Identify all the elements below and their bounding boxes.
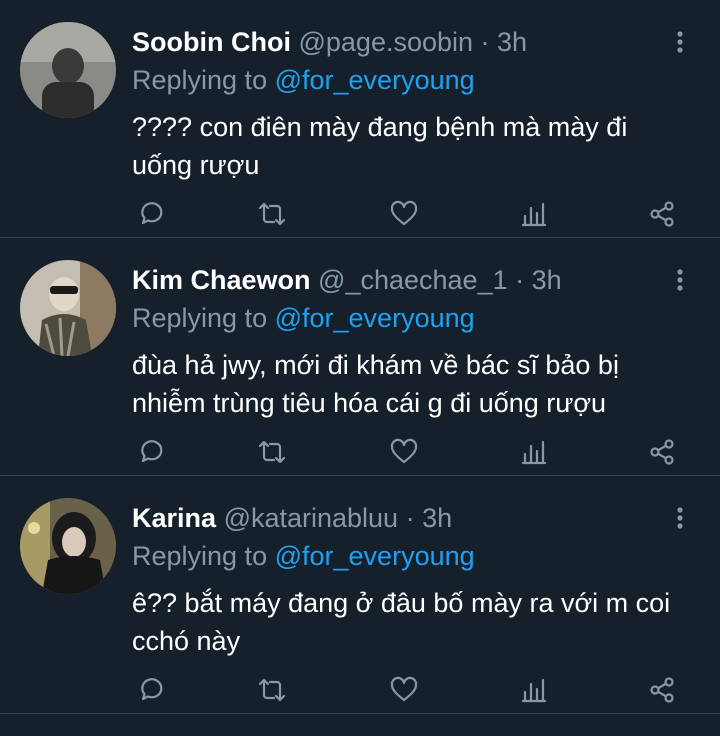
timestamp[interactable]: · 3h — [406, 503, 453, 533]
replying-label: Replying to — [132, 303, 268, 333]
tweet-actions — [132, 196, 684, 232]
replying-to: Replying to @for_everyoung — [132, 538, 475, 574]
like-icon[interactable] — [386, 434, 422, 470]
tweet-text: ê?? bắt máy đang ở đâu bố mày ra với m c… — [132, 588, 671, 656]
tweet-header: Soobin Choi @page.soobin · 3h — [132, 24, 527, 60]
handle[interactable]: @_chaechae_1 — [318, 265, 508, 295]
timestamp[interactable]: · 3h — [481, 27, 528, 57]
tweet[interactable]: Kim Chaewon @_chaechae_1 · 3h Replying t… — [0, 238, 720, 476]
reply-icon[interactable] — [132, 196, 168, 232]
tweet-text: ???? con điên mày đang bệnh mà mày đi uố… — [132, 112, 628, 180]
like-icon[interactable] — [386, 672, 422, 708]
avatar[interactable] — [20, 498, 116, 594]
reply-icon[interactable] — [132, 434, 168, 470]
tweet-header: Karina @katarinabluu · 3h — [132, 500, 452, 536]
analytics-icon[interactable] — [516, 672, 552, 708]
retweet-icon[interactable] — [254, 196, 290, 232]
handle[interactable]: @katarinabluu — [224, 503, 399, 533]
tweet-header: Kim Chaewon @_chaechae_1 · 3h — [132, 262, 562, 298]
replying-label: Replying to — [132, 541, 268, 571]
more-options-icon[interactable] — [668, 266, 692, 296]
share-icon[interactable] — [644, 196, 680, 232]
share-icon[interactable] — [644, 672, 680, 708]
like-icon[interactable] — [386, 196, 422, 232]
analytics-icon[interactable] — [516, 434, 552, 470]
replying-to: Replying to @for_everyoung — [132, 300, 475, 336]
display-name[interactable]: Karina — [132, 503, 216, 533]
share-icon[interactable] — [644, 434, 680, 470]
display-name[interactable]: Kim Chaewon — [132, 265, 311, 295]
tweet[interactable]: Karina @katarinabluu · 3h Replying to @f… — [0, 476, 720, 714]
tweet[interactable]: Soobin Choi @page.soobin · 3h Replying t… — [0, 0, 720, 238]
tweet-actions — [132, 672, 684, 708]
mention-link[interactable]: @for_everyoung — [275, 541, 475, 571]
retweet-icon[interactable] — [254, 672, 290, 708]
replying-label: Replying to — [132, 65, 268, 95]
avatar[interactable] — [20, 260, 116, 356]
more-options-icon[interactable] — [668, 28, 692, 58]
display-name[interactable]: Soobin Choi — [132, 27, 291, 57]
replying-to: Replying to @for_everyoung — [132, 62, 475, 98]
tweet-actions — [132, 434, 684, 470]
tweet-text: đùa hả jwy, mới đi khám về bác sĩ bảo bị… — [132, 350, 619, 418]
timestamp[interactable]: · 3h — [515, 265, 562, 295]
handle[interactable]: @page.soobin — [298, 27, 473, 57]
mention-link[interactable]: @for_everyoung — [275, 65, 475, 95]
analytics-icon[interactable] — [516, 196, 552, 232]
mention-link[interactable]: @for_everyoung — [275, 303, 475, 333]
reply-icon[interactable] — [132, 672, 168, 708]
more-options-icon[interactable] — [668, 504, 692, 534]
retweet-icon[interactable] — [254, 434, 290, 470]
avatar[interactable] — [20, 22, 116, 118]
